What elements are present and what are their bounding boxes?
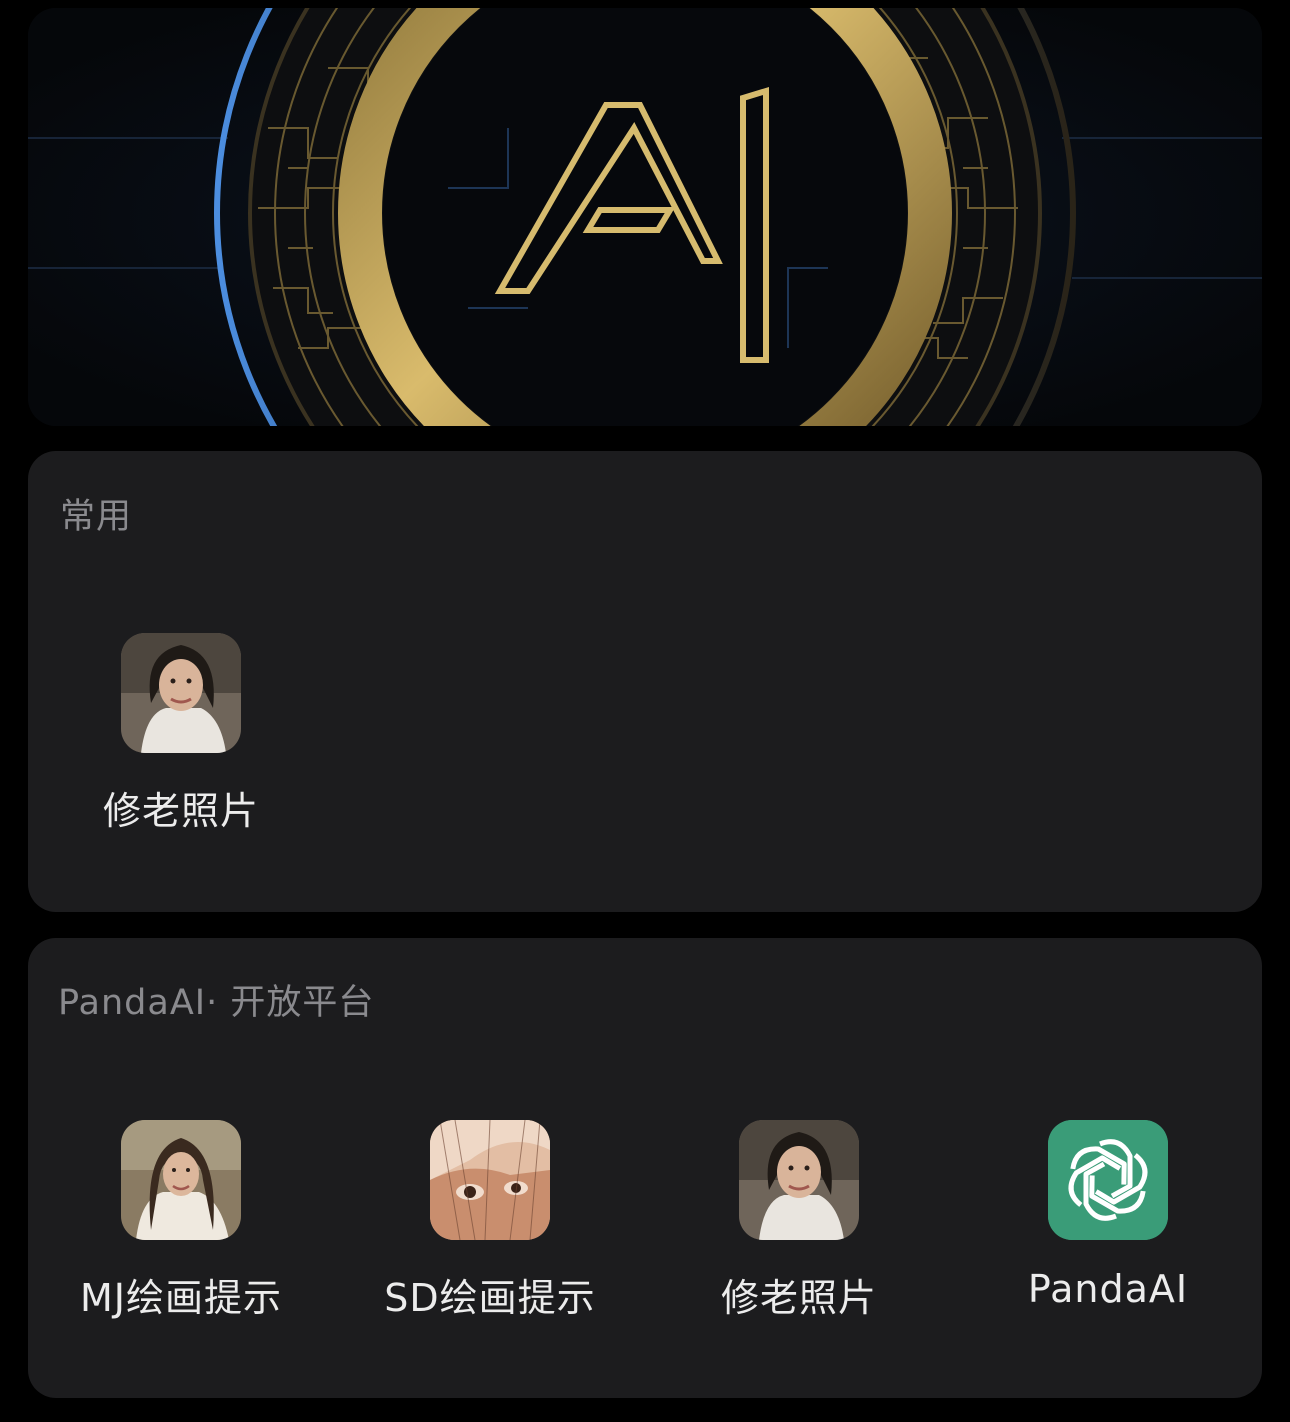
- app-label: SD绘画提示: [384, 1276, 596, 1320]
- app-label: 修老照片: [102, 789, 259, 833]
- openai-knot-icon[interactable]: [1048, 1120, 1168, 1240]
- platform-section-title: PandaAI· 开放平台: [58, 983, 375, 1023]
- app-label: PandaAI: [1027, 1267, 1189, 1311]
- ai-logo-emblem: [28, 8, 1262, 426]
- common-section-title: 常用: [60, 497, 133, 537]
- app-label: MJ绘画提示: [80, 1276, 282, 1320]
- portrait-photo-icon[interactable]: [121, 633, 241, 753]
- ai-banner[interactable]: [28, 8, 1262, 426]
- app-label: 修老照片: [720, 1276, 877, 1320]
- page: 常用 修老照片 PandaAI· 开放平台 MJ绘画提示 SD绘画提示 修老照片…: [0, 0, 1290, 1422]
- portrait-photo-icon[interactable]: [121, 1120, 241, 1240]
- portrait-photo-icon[interactable]: [739, 1120, 859, 1240]
- closeup-portrait-icon[interactable]: [430, 1120, 550, 1240]
